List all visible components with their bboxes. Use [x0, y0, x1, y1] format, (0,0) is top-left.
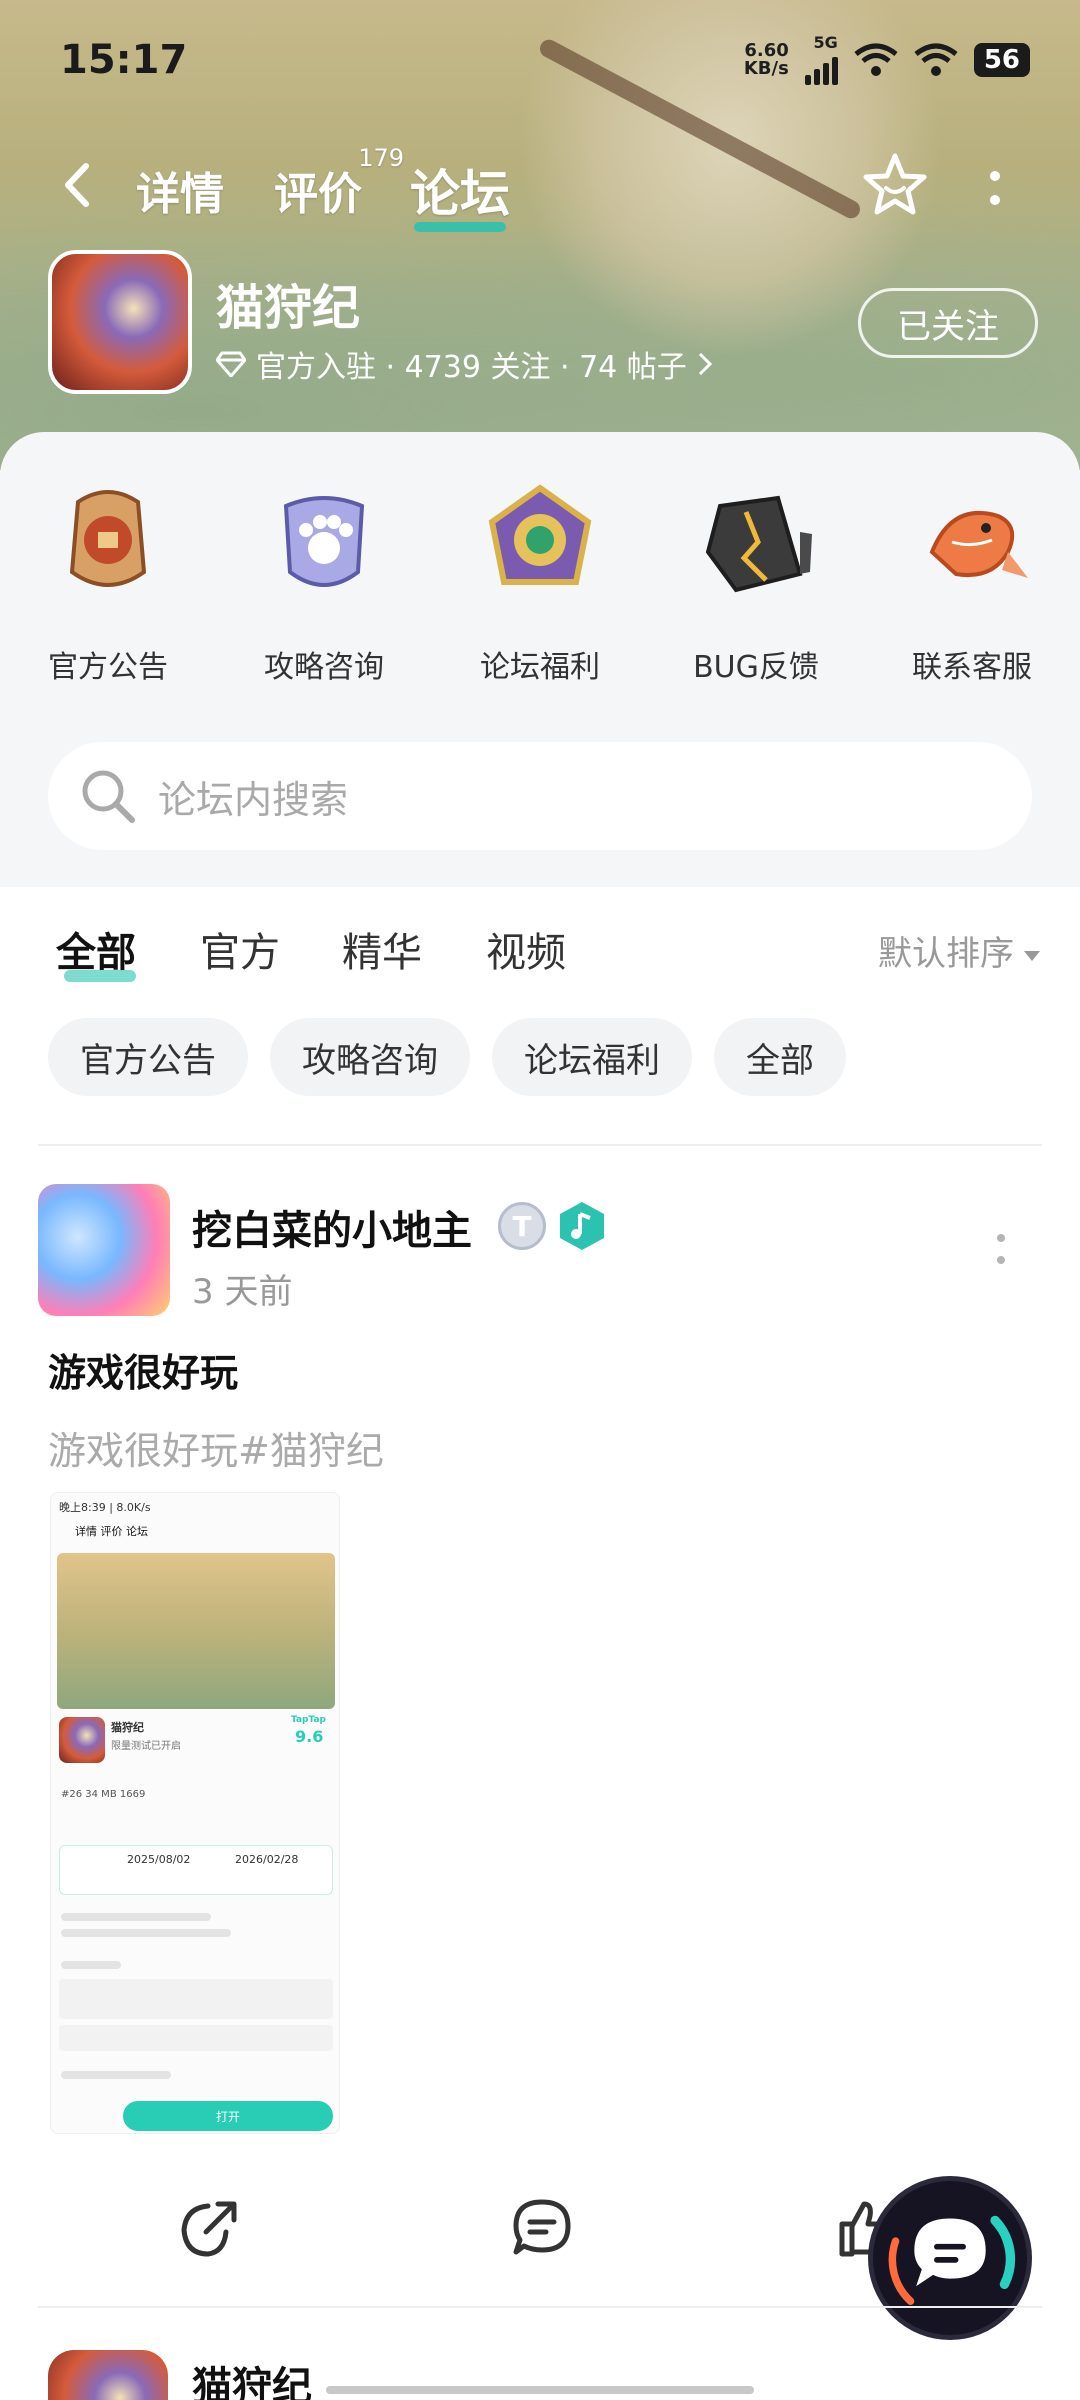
post-title: 游戏很好玩 — [48, 1351, 239, 1395]
comment-icon[interactable] — [510, 2196, 574, 2260]
shot-date-start: 2025/08/02 — [127, 1853, 191, 1866]
next-post-author[interactable]: 猫狩纪 — [192, 2354, 312, 2400]
network-type: 5G — [813, 33, 838, 52]
shot-stats: #26 34 MB 1669 — [61, 1789, 146, 1800]
back-arrow-icon[interactable] — [58, 160, 94, 210]
cracked-crystal-icon — [705, 495, 812, 593]
chat-bubble-icon — [888, 2215, 1016, 2305]
chat-float-button[interactable] — [868, 2176, 1032, 2340]
net-speed-unit: KB/s — [743, 58, 789, 79]
shot-subtitle: 限量测试已开启 — [111, 1741, 181, 1752]
tab-reviews[interactable]: 评价 179 — [274, 144, 404, 222]
category-welfare[interactable]: 论坛福利 — [432, 482, 648, 686]
chip-official-notice[interactable]: 官方公告 — [48, 1018, 248, 1096]
game-name: 猫狩纪 — [216, 280, 361, 336]
shot-open-button: 打开 — [123, 2101, 333, 2131]
filter-chip-row: 官方公告 攻略咨询 论坛福利 全部 — [48, 1018, 846, 1096]
forum-category-panel: 官方公告 攻略咨询 论坛福利 BUG反馈 联系客服 论坛内搜索 — [0, 432, 1080, 887]
feed-tab-all[interactable]: 全部 — [56, 920, 136, 982]
next-post-avatar[interactable] — [48, 2350, 168, 2400]
more-options-icon[interactable] — [980, 164, 1010, 214]
battery-level: 56 — [973, 43, 1030, 77]
status-bar: 15:17 6.60 KB/s 5G 56 — [60, 30, 1030, 90]
post-author[interactable]: 挖白菜的小地主 — [192, 1198, 472, 1256]
category-label: 攻略咨询 — [264, 650, 384, 685]
diamond-icon — [216, 351, 246, 377]
shot-tabs-text: 详情 评价 论坛 — [75, 1525, 148, 1538]
chip-all[interactable]: 全部 — [714, 1018, 846, 1096]
search-icon — [82, 770, 135, 823]
tab-details[interactable]: 详情 — [136, 158, 224, 222]
category-row: 官方公告 攻略咨询 论坛福利 BUG反馈 联系客服 — [0, 482, 1080, 686]
music-badge-icon — [560, 1202, 604, 1250]
search-placeholder: 论坛内搜索 — [158, 777, 349, 822]
forum-search-input[interactable]: 论坛内搜索 — [48, 742, 1032, 850]
shot-line — [61, 1929, 231, 1937]
shot-activity-2 — [59, 2025, 333, 2051]
category-contact-service[interactable]: 联系客服 — [864, 482, 1080, 686]
feed-tab-featured[interactable]: 精华 — [342, 920, 422, 978]
post-more-icon[interactable] — [994, 1230, 1008, 1270]
shot-game-name: 猫狩纪 — [111, 1721, 144, 1734]
category-label: 联系客服 — [912, 650, 1032, 685]
chip-guide[interactable]: 攻略咨询 — [270, 1018, 470, 1096]
post-body: 游戏很好玩#猫狩纪 — [48, 1429, 384, 1473]
author-avatar[interactable] — [38, 1184, 170, 1316]
cell-signal-icon — [804, 51, 838, 85]
followed-button[interactable]: 已关注 — [858, 288, 1038, 358]
category-label: 官方公告 — [48, 650, 168, 685]
feed-tab-official[interactable]: 官方 — [200, 920, 280, 978]
category-guide[interactable]: 攻略咨询 — [216, 482, 432, 686]
game-app-icon[interactable] — [48, 250, 192, 394]
chevron-right-icon — [698, 352, 712, 376]
post-screenshot-image[interactable]: 晚上8:39 | 8.0K/s 详情 评价 论坛 猫狩纪 限量测试已开启 Tap… — [50, 1492, 340, 2134]
shot-date-end: 2026/02/28 — [235, 1853, 299, 1866]
koi-fish-icon — [929, 510, 1028, 578]
shot-line — [61, 1961, 121, 1969]
category-label: BUG反馈 — [693, 650, 819, 685]
wifi-icon-2 — [914, 43, 958, 76]
category-label: 论坛福利 — [480, 650, 600, 685]
reviews-count: 179 — [358, 144, 404, 172]
shot-status-text: 晚上8:39 | 8.0K/s — [59, 1501, 151, 1514]
jade-medal-icon — [488, 484, 592, 585]
category-official-notice[interactable]: 官方公告 — [0, 482, 216, 686]
favorite-star-icon[interactable] — [860, 150, 930, 220]
chip-welfare[interactable]: 论坛福利 — [492, 1018, 692, 1096]
category-bug-report[interactable]: BUG反馈 — [648, 482, 864, 686]
paw-shield-icon — [283, 496, 365, 587]
seal-icon — [69, 490, 147, 587]
feed-tab-video[interactable]: 视频 — [486, 920, 566, 978]
game-meta-link[interactable]: 官方入驻 · 4739 关注 · 74 帖子 — [216, 342, 713, 386]
share-icon[interactable] — [178, 2196, 242, 2260]
network-speed: 6.60 KB/s — [744, 42, 789, 78]
dropdown-triangle-icon — [1024, 950, 1040, 961]
feed-filter-bar: 全部 官方 精华 视频 默认排序 — [0, 910, 1080, 990]
sort-dropdown[interactable]: 默认排序 — [878, 926, 1040, 975]
post-time: 3 天前 — [192, 1272, 293, 1312]
shot-banner — [57, 1553, 335, 1709]
top-nav: 详情 评价 179 论坛 — [0, 140, 1080, 232]
shot-tags — [61, 2071, 171, 2079]
home-indicator[interactable] — [326, 2386, 754, 2394]
divider — [38, 1144, 1042, 1146]
status-time: 15:17 — [60, 37, 188, 83]
game-meta-text: 官方入驻 · 4739 关注 · 74 帖子 — [256, 350, 687, 385]
tab-forum[interactable]: 论坛 — [410, 154, 510, 232]
shot-score-brand: TapTap — [291, 1715, 326, 1725]
divider — [38, 2306, 1042, 2308]
shot-line — [61, 1913, 211, 1921]
shot-app-icon — [59, 1717, 105, 1763]
shot-score: 9.6 — [295, 1727, 324, 1746]
game-header: 猫狩纪 官方入驻 · 4739 关注 · 74 帖子 已关注 — [48, 250, 1038, 400]
wifi-icon — [854, 43, 898, 76]
shot-activity-1 — [59, 1979, 333, 2019]
level-badge: T — [498, 1202, 546, 1250]
